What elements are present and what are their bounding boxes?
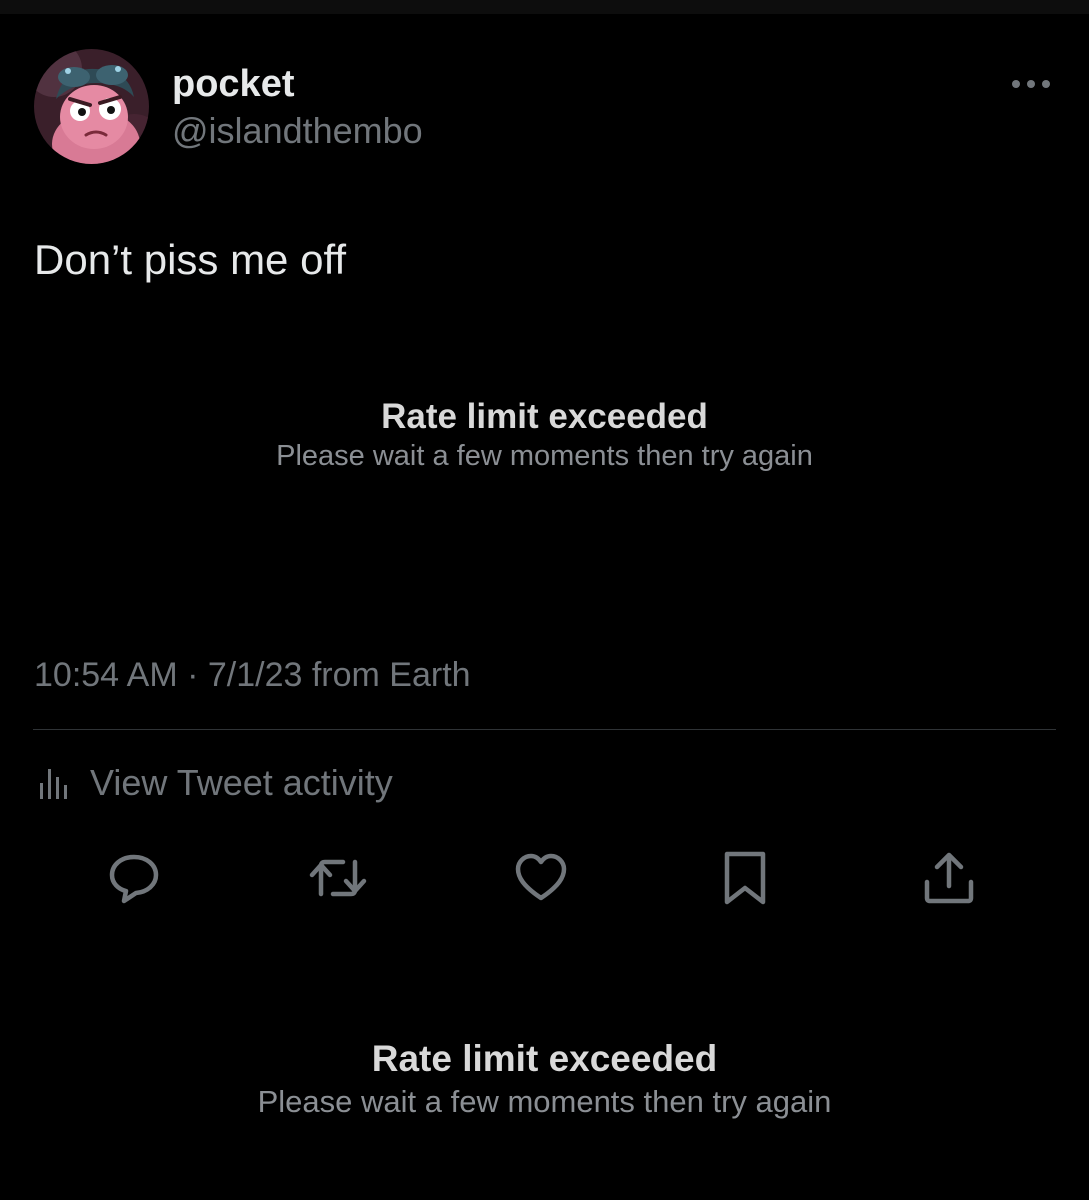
top-edge-strip xyxy=(0,0,1089,14)
reply-button[interactable] xyxy=(106,852,162,908)
like-button[interactable] xyxy=(513,852,569,908)
reply-icon xyxy=(106,850,162,911)
tweet-timestamp: 10:54 AM · 7/1/23 from Earth xyxy=(34,656,471,694)
rate-limit-notice: Rate limit exceeded Please wait a few mo… xyxy=(0,396,1089,474)
more-options-icon[interactable] xyxy=(1008,76,1054,92)
rate-limit-subtitle: Please wait a few moments then try again xyxy=(276,440,813,472)
rate-limit-notice: Rate limit exceeded Please wait a few mo… xyxy=(0,1036,1089,1122)
avatar[interactable] xyxy=(34,49,149,164)
share-icon xyxy=(921,850,977,911)
bookmark-icon xyxy=(717,850,773,911)
view-tweet-activity-link[interactable]: View Tweet activity xyxy=(38,760,393,806)
rate-limit-subtitle: Please wait a few moments then try again xyxy=(257,1084,832,1119)
tweet-text: Don’t piss me off xyxy=(34,236,347,283)
bookmark-button[interactable] xyxy=(717,850,773,911)
author-display-name[interactable]: pocket xyxy=(172,62,294,106)
divider xyxy=(33,729,1056,730)
share-button[interactable] xyxy=(921,852,977,908)
heart-icon xyxy=(513,850,569,911)
view-tweet-activity-label: View Tweet activity xyxy=(90,762,393,803)
rate-limit-title: Rate limit exceeded xyxy=(381,397,708,436)
rate-limit-title: Rate limit exceeded xyxy=(371,1038,718,1079)
bar-chart-icon xyxy=(38,761,72,806)
author-handle[interactable]: @islandthembo xyxy=(172,110,423,152)
retweet-button[interactable] xyxy=(307,850,369,911)
retweet-icon xyxy=(307,850,369,911)
